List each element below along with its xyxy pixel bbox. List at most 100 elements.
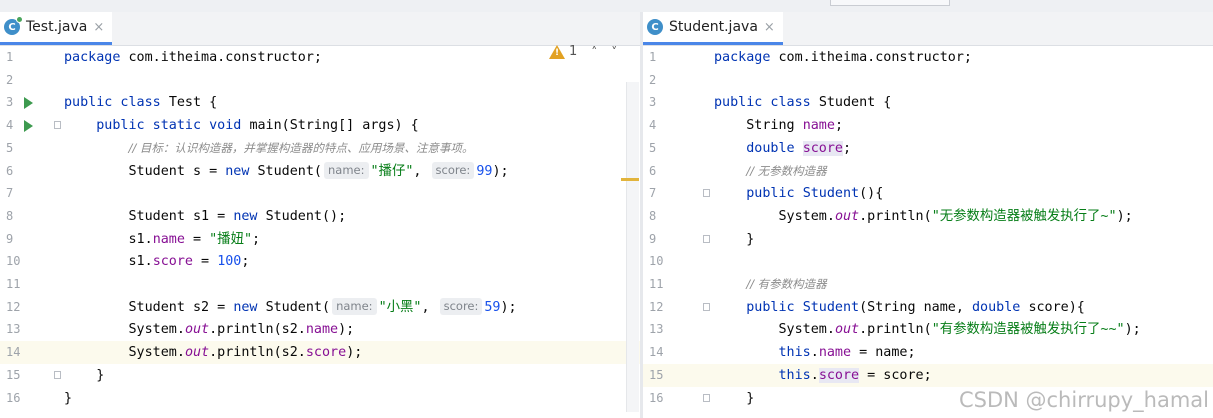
code-line[interactable]: 12 Student s2 = new Student(name: "小黑", s… [0, 296, 640, 319]
code-token: String [714, 118, 803, 134]
code-token: out [184, 322, 210, 338]
chevron-down-icon[interactable]: ˅ [611, 45, 617, 59]
line-number: 13 [649, 322, 664, 337]
line-number: 14 [6, 345, 21, 360]
code-line[interactable]: 10 s1.score = 100; [0, 250, 640, 273]
chevron-up-icon[interactable]: ˄ [591, 45, 597, 59]
code-line[interactable]: 14 this.name = name; [643, 341, 1213, 364]
fold-marker-icon[interactable] [703, 189, 710, 198]
code-line[interactable]: 7 [0, 182, 640, 205]
code-token: 99 [476, 163, 493, 179]
code-line[interactable]: 3 public class Student { [643, 91, 1213, 114]
parameter-hint: score: [431, 161, 475, 179]
code-token: "小黑" [378, 299, 422, 315]
code-text: System.out.println(s2.name); [64, 318, 354, 341]
warning-stripe-mark[interactable] [621, 178, 639, 181]
code-line[interactable]: 4 String name; [643, 114, 1213, 137]
code-text: } [714, 228, 754, 251]
scrollbar[interactable] [626, 82, 639, 412]
code-text: } [714, 387, 754, 410]
code-token: this [778, 367, 811, 383]
code-token: . [810, 345, 819, 361]
code-line[interactable]: 9 s1.name = "播妞"; [0, 228, 640, 251]
code-token: . [810, 367, 819, 383]
code-token: .println( [859, 208, 932, 224]
code-token: System. [714, 208, 835, 224]
code-token: public [746, 299, 803, 315]
line-number: 5 [6, 140, 14, 155]
code-text: public class Test { [64, 91, 217, 114]
parameter-hint: name: [324, 161, 369, 179]
code-line[interactable]: 8 Student s1 = new Student(); [0, 205, 640, 228]
code-line[interactable]: 9 } [643, 228, 1213, 251]
line-number: 5 [649, 140, 657, 155]
code-token: Student s1 = [64, 208, 234, 224]
close-icon[interactable]: × [764, 20, 775, 35]
code-line[interactable]: 8 System.out.println("无参数构造器被触发执行了~"); [643, 205, 1213, 228]
run-gutter-icon[interactable] [24, 97, 33, 110]
code-line[interactable]: 12 public Student(String name, double sc… [643, 296, 1213, 319]
code-line[interactable]: 11 [0, 273, 640, 296]
code-line[interactable]: 3 public class Test { [0, 91, 640, 114]
line-number: 10 [649, 254, 664, 269]
line-number: 7 [649, 186, 657, 201]
code-line[interactable]: 4 public static void main(String[] args)… [0, 114, 640, 137]
code-token: score){ [1028, 299, 1085, 315]
code-token: double [972, 299, 1029, 315]
code-line[interactable]: 5 double score; [643, 137, 1213, 160]
code-token: ; [252, 231, 261, 247]
line-number: 11 [649, 277, 664, 291]
code-token: name [152, 231, 185, 247]
fold-marker-icon[interactable] [703, 302, 710, 311]
code-line[interactable]: 2 [643, 69, 1213, 92]
code-token: out [834, 322, 860, 338]
code-line[interactable]: 11 // 有参数构造器 [643, 273, 1213, 296]
code-text: s1.score = 100; [64, 250, 249, 273]
code-editor[interactable]: 1 package com.itheima.constructor; 2 3 publi… [0, 46, 640, 418]
fold-marker-icon[interactable] [703, 234, 710, 243]
code-token: com.itheima.constructor; [128, 50, 322, 65]
tab-student-java[interactable]: C Student.java × [643, 12, 783, 45]
close-icon[interactable]: × [93, 20, 104, 35]
code-line[interactable]: 1 package com.itheima.constructor; [643, 46, 1213, 69]
code-line[interactable]: 14 System.out.println(s2.score); [0, 341, 640, 365]
code-line[interactable]: 13 System.out.println(s2.name); [0, 318, 640, 341]
code-token: Student s2 = [64, 299, 234, 315]
code-token: // 有参数构造器 [746, 277, 827, 291]
code-token: this [778, 345, 811, 361]
code-line[interactable]: 6 Student s = new Student(name: "播仔", sco… [0, 160, 640, 183]
code-line[interactable]: 16} [0, 387, 640, 410]
code-line[interactable]: 10 [643, 250, 1213, 273]
code-text: // 有参数构造器 [714, 273, 827, 296]
line-number: 3 [649, 95, 657, 110]
code-token: score [305, 345, 347, 361]
code-token: = [184, 231, 210, 247]
line-number: 3 [6, 95, 14, 110]
tab-test-java[interactable]: C Test.java × [0, 12, 113, 45]
code-line[interactable]: 13 System.out.println("有参数构造器被触发执行了~~"); [643, 318, 1213, 341]
code-text: s1.name = "播妞"; [64, 228, 260, 251]
run-gutter-icon[interactable] [24, 120, 33, 133]
code-line[interactable]: 2 [0, 69, 640, 92]
code-line[interactable]: 15 this.score = score; [643, 363, 1213, 387]
code-token: package [714, 50, 779, 65]
code-token: "无参数构造器被触发执行了~" [931, 208, 1117, 224]
fold-marker-icon[interactable] [54, 121, 61, 130]
toolbar-dropdown[interactable] [830, 0, 950, 6]
line-number: 12 [6, 299, 21, 314]
code-line[interactable]: 1 package com.itheima.constructor; [0, 46, 640, 69]
inspection-widget[interactable]: ! 1 ˄ ˅ [549, 44, 617, 59]
left-tab-bar: C Test.java × [0, 12, 640, 46]
code-text: public Student(){ [714, 182, 883, 205]
code-line[interactable]: 15 } [0, 364, 640, 387]
code-line[interactable]: 6 // 无参数构造器 [643, 160, 1213, 183]
fold-marker-icon[interactable] [54, 370, 61, 379]
code-editor[interactable]: 1 package com.itheima.constructor; 2 3 publi… [643, 46, 1213, 418]
fold-marker-icon[interactable] [703, 393, 710, 402]
code-line[interactable]: 7 public Student(){ [643, 182, 1213, 205]
code-text: // 目标：认识构造器，并掌握构造器的特点、应用场景、注意事项。 [64, 137, 474, 160]
code-line[interactable]: 5 // 目标：认识构造器，并掌握构造器的特点、应用场景、注意事项。 [0, 137, 640, 160]
